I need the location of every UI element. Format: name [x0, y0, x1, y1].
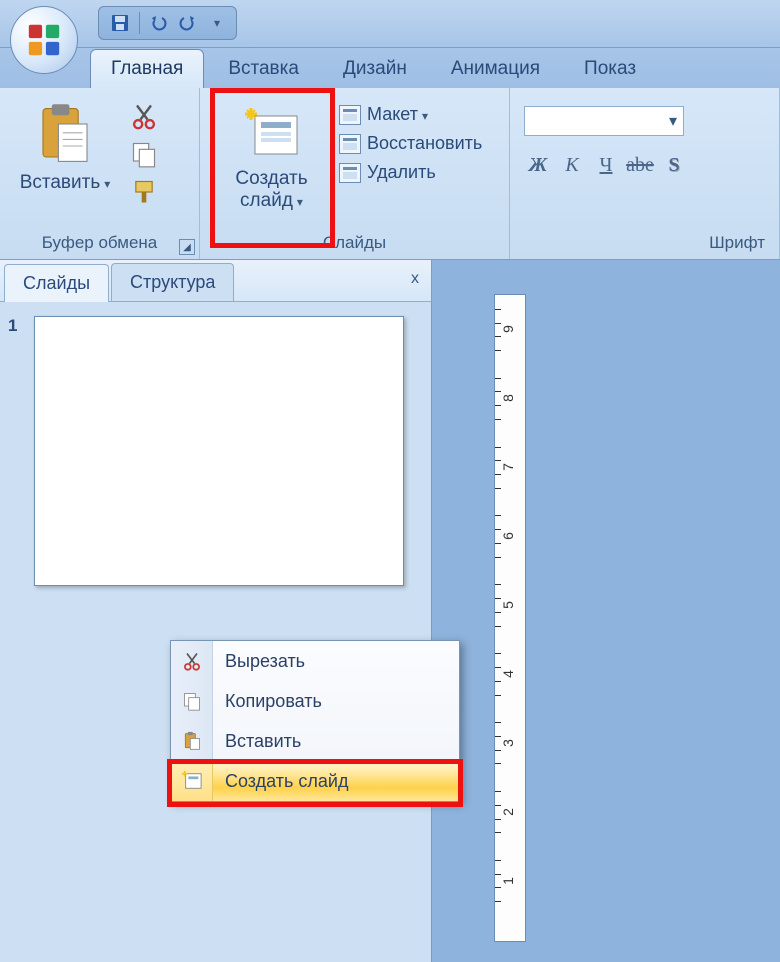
new-slide-icon: [243, 108, 301, 160]
chevron-down-icon: ▾: [669, 111, 677, 131]
reset-icon: [339, 134, 361, 154]
pane-tab-slides[interactable]: Слайды: [4, 264, 109, 302]
slides-outline-pane: Слайды Структура x 1: [0, 260, 432, 962]
context-copy-label: Копировать: [213, 691, 322, 712]
slide-thumbnails[interactable]: 1: [0, 302, 431, 962]
group-clipboard: Вставить Буфер обмена ◢: [0, 88, 200, 259]
group-slides: Создать слайд Макет Восстановить Удалить: [200, 88, 510, 259]
context-cut-label: Вырезать: [213, 651, 305, 672]
ruler-mark: 5: [500, 601, 516, 609]
pane-tabs: Слайды Структура x: [0, 260, 431, 302]
delete-label: Удалить: [367, 162, 436, 183]
ruler-mark: 4: [500, 670, 516, 678]
new-slide-label: Создать слайд: [214, 168, 329, 212]
slide-thumbnail-1[interactable]: [34, 316, 404, 586]
pane-close-icon[interactable]: x: [411, 270, 419, 288]
ribbon-tabs: Главная Вставка Дизайн Анимация Показ: [0, 48, 780, 88]
strikethrough-button[interactable]: abe: [626, 150, 654, 180]
quick-access-toolbar: [98, 6, 237, 40]
undo-icon[interactable]: [148, 12, 170, 34]
tab-home[interactable]: Главная: [90, 49, 204, 88]
group-font: ▾ Ж К Ч abe S Шрифт: [510, 88, 780, 259]
paste-icon: [182, 731, 202, 751]
ruler-mark: 6: [500, 532, 516, 540]
ruler-mark: 2: [500, 808, 516, 816]
paste-label: Вставить: [10, 172, 120, 194]
copy-icon[interactable]: [130, 140, 158, 168]
title-bar: [0, 0, 780, 48]
context-paste-label: Вставить: [213, 731, 301, 752]
office-button[interactable]: [10, 6, 78, 74]
ruler-mark: 7: [500, 463, 516, 471]
ruler-mark: 9: [500, 326, 516, 334]
reset-label: Восстановить: [367, 133, 482, 154]
context-cut[interactable]: Вырезать: [171, 641, 459, 681]
ruler-mark: 8: [500, 394, 516, 402]
new-slide-button[interactable]: Создать слайд: [214, 94, 329, 212]
copy-icon: [182, 691, 202, 711]
cut-icon: [182, 651, 202, 671]
paste-icon: [32, 102, 98, 168]
context-new-slide-label: Создать слайд: [213, 771, 348, 792]
new-slide-icon: [181, 771, 203, 791]
group-clipboard-title: Буфер обмена: [10, 231, 189, 257]
slide-thumb-number: 1: [8, 316, 17, 336]
office-logo-icon: [25, 21, 63, 59]
context-menu: Вырезать Копировать Вставить Создать сла…: [170, 640, 460, 802]
tab-animation[interactable]: Анимация: [431, 50, 560, 88]
redo-icon[interactable]: [176, 12, 198, 34]
group-font-title: Шрифт: [524, 231, 769, 257]
ruler-mark: 1: [500, 877, 516, 885]
tab-slideshow[interactable]: Показ: [564, 50, 656, 88]
paste-button[interactable]: Вставить: [10, 94, 120, 194]
layout-icon: [339, 105, 361, 125]
qat-customize-icon[interactable]: [204, 12, 226, 34]
cut-icon[interactable]: [130, 102, 158, 130]
save-icon[interactable]: [109, 12, 131, 34]
layout-button[interactable]: Макет: [339, 104, 482, 125]
clipboard-launcher-icon[interactable]: ◢: [179, 239, 195, 255]
vertical-ruler: 1 2 3 4 5 6 7 8 9: [494, 294, 526, 942]
layout-label: Макет: [367, 104, 428, 125]
format-painter-icon[interactable]: [130, 178, 158, 206]
separator: [139, 12, 140, 34]
tab-insert[interactable]: Вставка: [208, 50, 319, 88]
ruler-mark: 3: [500, 739, 516, 747]
context-copy[interactable]: Копировать: [171, 681, 459, 721]
delete-icon: [339, 163, 361, 183]
ribbon: Вставить Буфер обмена ◢: [0, 88, 780, 260]
context-paste[interactable]: Вставить: [171, 721, 459, 761]
font-name-combo[interactable]: ▾: [524, 106, 684, 136]
slide-edit-area[interactable]: 1 2 3 4 5 6 7 8 9: [432, 260, 780, 962]
bold-button[interactable]: Ж: [524, 150, 552, 180]
delete-button[interactable]: Удалить: [339, 162, 482, 183]
text-shadow-button[interactable]: S: [660, 150, 688, 180]
group-slides-title: Слайды: [210, 231, 499, 257]
italic-button[interactable]: К: [558, 150, 586, 180]
reset-button[interactable]: Восстановить: [339, 133, 482, 154]
tab-design[interactable]: Дизайн: [323, 50, 427, 88]
pane-tab-outline[interactable]: Структура: [111, 263, 234, 301]
workspace: Слайды Структура x 1 1 2 3 4 5 6 7 8 9: [0, 260, 780, 962]
underline-button[interactable]: Ч: [592, 150, 620, 180]
context-new-slide[interactable]: Создать слайд: [171, 761, 459, 801]
